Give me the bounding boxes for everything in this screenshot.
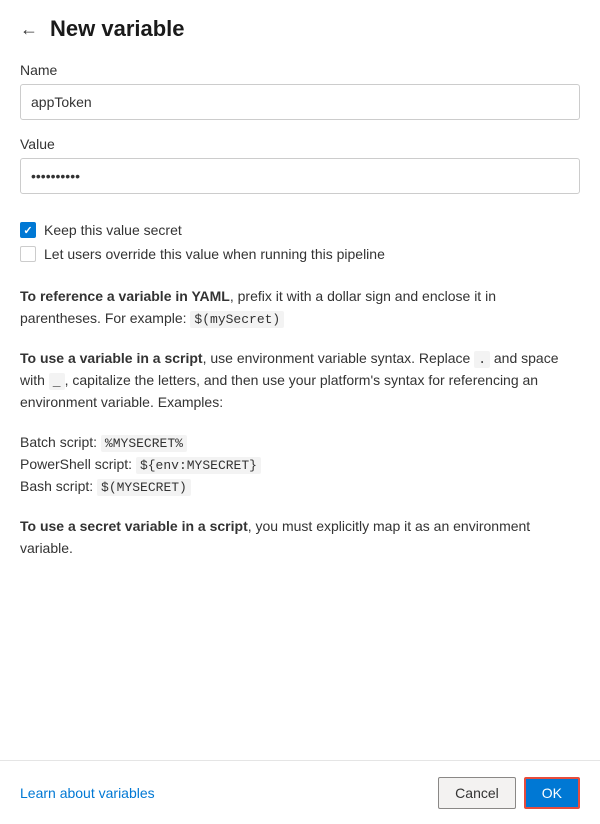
learn-link[interactable]: Learn about variables [20, 785, 155, 801]
footer-buttons: Cancel OK [438, 777, 580, 809]
name-section: Name [20, 62, 580, 120]
examples-block: Batch script: %MYSECRET% PowerShell scri… [20, 432, 580, 498]
value-section: Value [20, 136, 580, 194]
script-var-block: To use a variable in a script, use envir… [20, 348, 580, 414]
name-label: Name [20, 62, 580, 78]
cancel-button[interactable]: Cancel [438, 777, 516, 809]
let-override-label: Let users override this value when runni… [44, 246, 385, 262]
secret-var-block: To use a secret variable in a script, yo… [20, 516, 580, 559]
let-override-checkbox-item[interactable]: Let users override this value when runni… [20, 246, 580, 262]
value-input[interactable] [20, 158, 580, 194]
batch-example: Batch script: %MYSECRET% [20, 432, 580, 454]
keep-secret-checkbox[interactable] [20, 222, 36, 238]
checkbox-group: Keep this value secret Let users overrid… [20, 222, 580, 262]
bash-example: Bash script: $(MYSECRET) [20, 476, 580, 498]
value-label: Value [20, 136, 580, 152]
name-input[interactable] [20, 84, 580, 120]
keep-secret-checkbox-item[interactable]: Keep this value secret [20, 222, 580, 238]
back-button[interactable]: ← [20, 20, 38, 38]
page-title: New variable [50, 16, 185, 42]
yaml-ref-block: To reference a variable in YAML, prefix … [20, 286, 580, 330]
let-override-checkbox[interactable] [20, 246, 36, 262]
keep-secret-label: Keep this value secret [44, 222, 182, 238]
ok-button[interactable]: OK [524, 777, 580, 809]
footer: Learn about variables Cancel OK [0, 760, 600, 824]
page-header: ← New variable [20, 16, 580, 42]
powershell-example: PowerShell script: ${env:MYSECRET} [20, 454, 580, 476]
info-section: To reference a variable in YAML, prefix … [20, 286, 580, 824]
